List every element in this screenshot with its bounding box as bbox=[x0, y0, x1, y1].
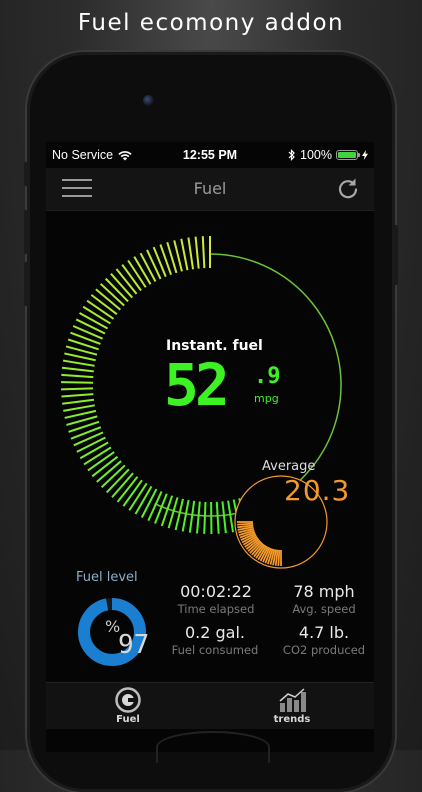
phone-volume-down bbox=[24, 262, 28, 306]
instant-gauge-tick bbox=[63, 405, 95, 411]
instant-gauge-tick bbox=[74, 432, 103, 445]
instant-gauge-tick bbox=[61, 394, 93, 396]
instant-gauge-tick bbox=[196, 237, 199, 269]
instant-gauge-tick bbox=[65, 411, 96, 418]
instant-gauge-ticks bbox=[61, 236, 261, 534]
instant-gauge-tick bbox=[142, 489, 157, 517]
stat-value: 4.7 lb. bbox=[274, 623, 374, 642]
instant-gauge-tick bbox=[61, 375, 93, 377]
refresh-icon[interactable] bbox=[336, 176, 360, 200]
instant-fuel-value: 52 bbox=[164, 356, 226, 414]
nav-title: Fuel bbox=[46, 179, 374, 198]
phone-power-button bbox=[394, 225, 398, 285]
instant-fuel-decimal: .9 bbox=[254, 364, 281, 389]
average-gauge-tick bbox=[278, 550, 279, 566]
fuel-level-label: Fuel level bbox=[76, 570, 138, 585]
instant-gauge-tick bbox=[84, 447, 111, 464]
average-value: 20.3 bbox=[284, 474, 350, 507]
stat-value: 00:02:22 bbox=[168, 582, 264, 601]
instant-gauge-tick bbox=[62, 400, 94, 404]
instant-gauge-tick bbox=[183, 500, 189, 531]
instant-gauge-tick bbox=[222, 501, 225, 533]
battery-icon bbox=[336, 150, 358, 160]
instant-gauge-tick bbox=[134, 257, 150, 285]
instant-gauge-tick bbox=[83, 307, 110, 324]
instant-gauge-tick bbox=[80, 313, 108, 328]
nav-bar: Fuel bbox=[46, 168, 374, 211]
stat-caption: CO2 produced bbox=[274, 643, 374, 657]
average-label: Average bbox=[262, 459, 315, 474]
instant-gauge-tick bbox=[76, 319, 105, 333]
instant-gauge-tick bbox=[204, 502, 205, 534]
instant-gauge-tick bbox=[181, 239, 187, 270]
trends-chart-icon bbox=[277, 687, 307, 713]
battery-level-fill bbox=[338, 152, 356, 158]
home-button-outline bbox=[156, 731, 270, 763]
phone-mute-switch bbox=[24, 162, 28, 186]
instant-gauge-tick bbox=[147, 250, 161, 279]
instant-fuel-unit: mpg bbox=[254, 392, 279, 405]
instant-gauge-tick bbox=[203, 236, 205, 268]
fuel-gauge-icon bbox=[115, 687, 141, 713]
fuel-level-value: 97 bbox=[118, 630, 149, 660]
promo-title: Fuel ecomony addon bbox=[0, 10, 422, 36]
instant-gauge-tick bbox=[62, 368, 94, 372]
instant-gauge-tick bbox=[190, 501, 194, 533]
stat-avg-speed: 78 mph Avg. speed bbox=[278, 582, 370, 616]
tab-fuel[interactable]: Fuel bbox=[46, 683, 210, 729]
phone-volume-up bbox=[24, 210, 28, 254]
instant-gauge-tick bbox=[63, 361, 95, 366]
instant-gauge-tick bbox=[61, 388, 93, 389]
stat-caption: Time elapsed bbox=[168, 602, 264, 616]
instant-gauge-tick bbox=[154, 247, 166, 277]
instant-gauge-tick bbox=[77, 438, 106, 452]
instant-gauge-tick bbox=[188, 238, 193, 270]
instant-gauge-tick bbox=[141, 253, 156, 281]
bluetooth-icon bbox=[288, 149, 296, 161]
tab-trends[interactable]: trends bbox=[210, 683, 374, 729]
instant-gauge-tick bbox=[80, 443, 108, 459]
instant-gauge-tick bbox=[217, 502, 219, 534]
battery-percent: 100% bbox=[300, 148, 332, 162]
tab-bar: Fuel trends bbox=[46, 682, 374, 729]
front-camera bbox=[143, 95, 154, 106]
app-screen: No Service 12:55 PM 100% Fuel bbox=[46, 142, 374, 752]
instant-gauge-tick bbox=[61, 382, 93, 383]
tab-label: trends bbox=[210, 714, 374, 725]
stat-fuel-consumed: 0.2 gal. Fuel consumed bbox=[164, 623, 266, 657]
status-bar: No Service 12:55 PM 100% bbox=[46, 142, 374, 168]
stat-caption: Avg. speed bbox=[278, 602, 370, 616]
stat-time-elapsed: 00:02:22 Time elapsed bbox=[168, 582, 264, 616]
stat-value: 0.2 gal. bbox=[164, 623, 266, 642]
instant-gauge-tick bbox=[136, 486, 152, 514]
stat-caption: Fuel consumed bbox=[164, 643, 266, 657]
stat-value: 78 mph bbox=[278, 582, 370, 601]
instant-gauge-tick bbox=[228, 501, 233, 533]
tab-label: Fuel bbox=[46, 714, 210, 725]
average-gauge-tick bbox=[237, 524, 253, 525]
instant-gauge-tick bbox=[73, 326, 102, 339]
instant-gauge-tick bbox=[197, 502, 200, 534]
stat-co2-produced: 4.7 lb. CO2 produced bbox=[274, 623, 374, 657]
charging-bolt-icon bbox=[362, 150, 368, 160]
instant-gauge-tick bbox=[64, 353, 95, 360]
